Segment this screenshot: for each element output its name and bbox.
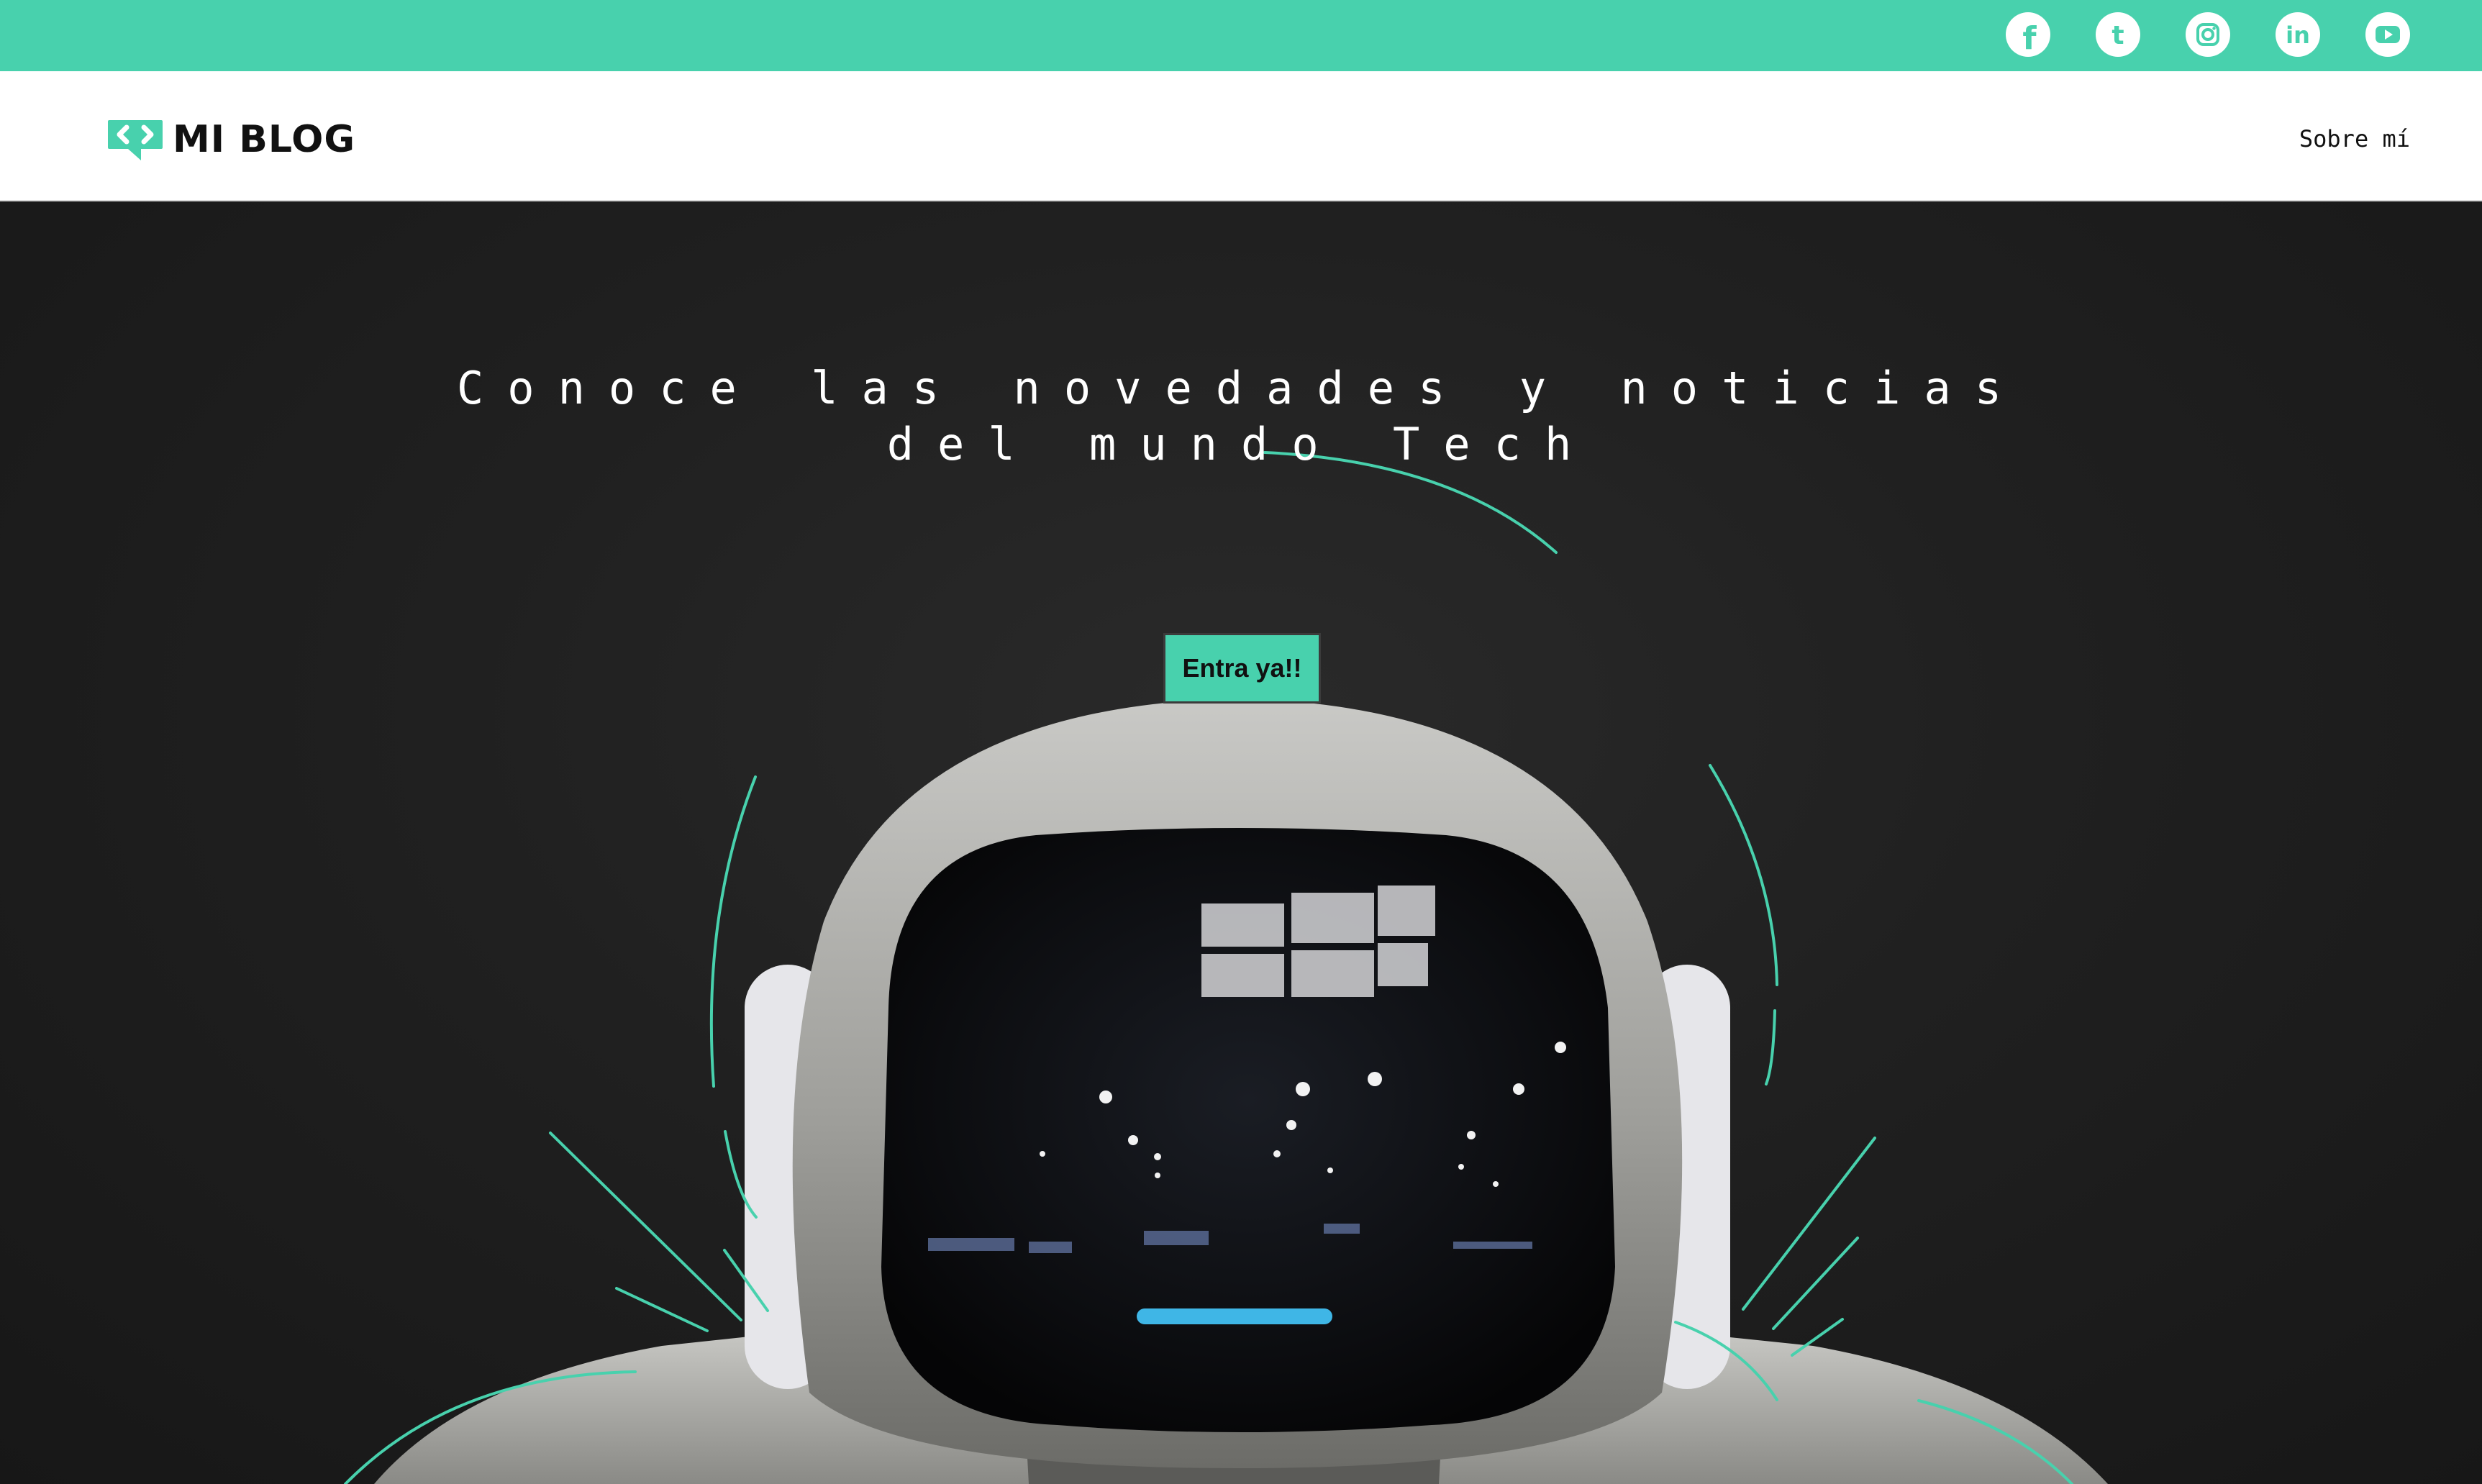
tumblr-icon[interactable]: t (2096, 12, 2140, 57)
nav-item-sobre-mi[interactable]: Sobre mí (2299, 123, 2410, 155)
site-header: MI BLOG Sobre mí (0, 71, 2482, 201)
code-chat-bubble-icon (108, 120, 163, 160)
social-bar: f t in (0, 0, 2482, 71)
svg-text:f: f (2022, 20, 2037, 57)
svg-text:in: in (2286, 22, 2310, 49)
youtube-icon[interactable] (2365, 12, 2410, 57)
facebook-icon[interactable]: f (2006, 12, 2050, 57)
hero-title: Conoce las novedades y noticias del mund… (456, 362, 2026, 470)
hero-section: Conoce las novedades y noticias del mund… (0, 202, 2482, 1484)
linkedin-icon[interactable]: in (2276, 12, 2320, 57)
cta-button[interactable]: Entra ya!! (1163, 633, 1321, 704)
instagram-icon[interactable] (2186, 12, 2230, 57)
svg-text:t: t (2111, 21, 2124, 50)
site-logo[interactable]: MI BLOG (106, 116, 355, 163)
logo-text: MI BLOG (173, 118, 355, 161)
